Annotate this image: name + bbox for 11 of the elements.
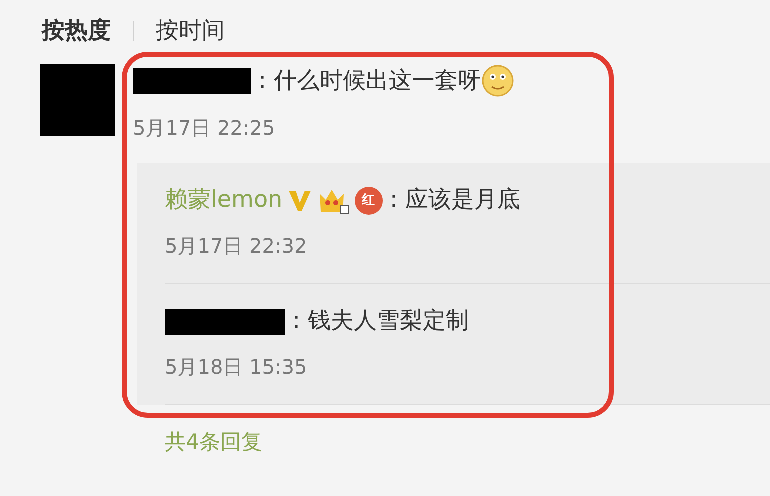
member-badge-icon: 红 — [354, 186, 383, 214]
sort-tab[interactable]: 按热度 — [42, 14, 111, 48]
reply-time: 5月17日 22:32 — [165, 232, 308, 260]
reply-time: 5月18日 15:35 — [165, 354, 308, 380]
comment-text: ：什么时候出这一套呀 — [251, 67, 481, 96]
reply-text: ：钱夫人雪梨定制 — [285, 307, 469, 336]
emoji-icon — [481, 64, 515, 98]
comment-time: 5月17日 22:25 — [133, 114, 276, 142]
sort-tab[interactable]: 按时间 — [156, 14, 225, 48]
verified-v-icon — [286, 188, 313, 212]
reply-text: ：应该是月底 — [382, 186, 521, 216]
